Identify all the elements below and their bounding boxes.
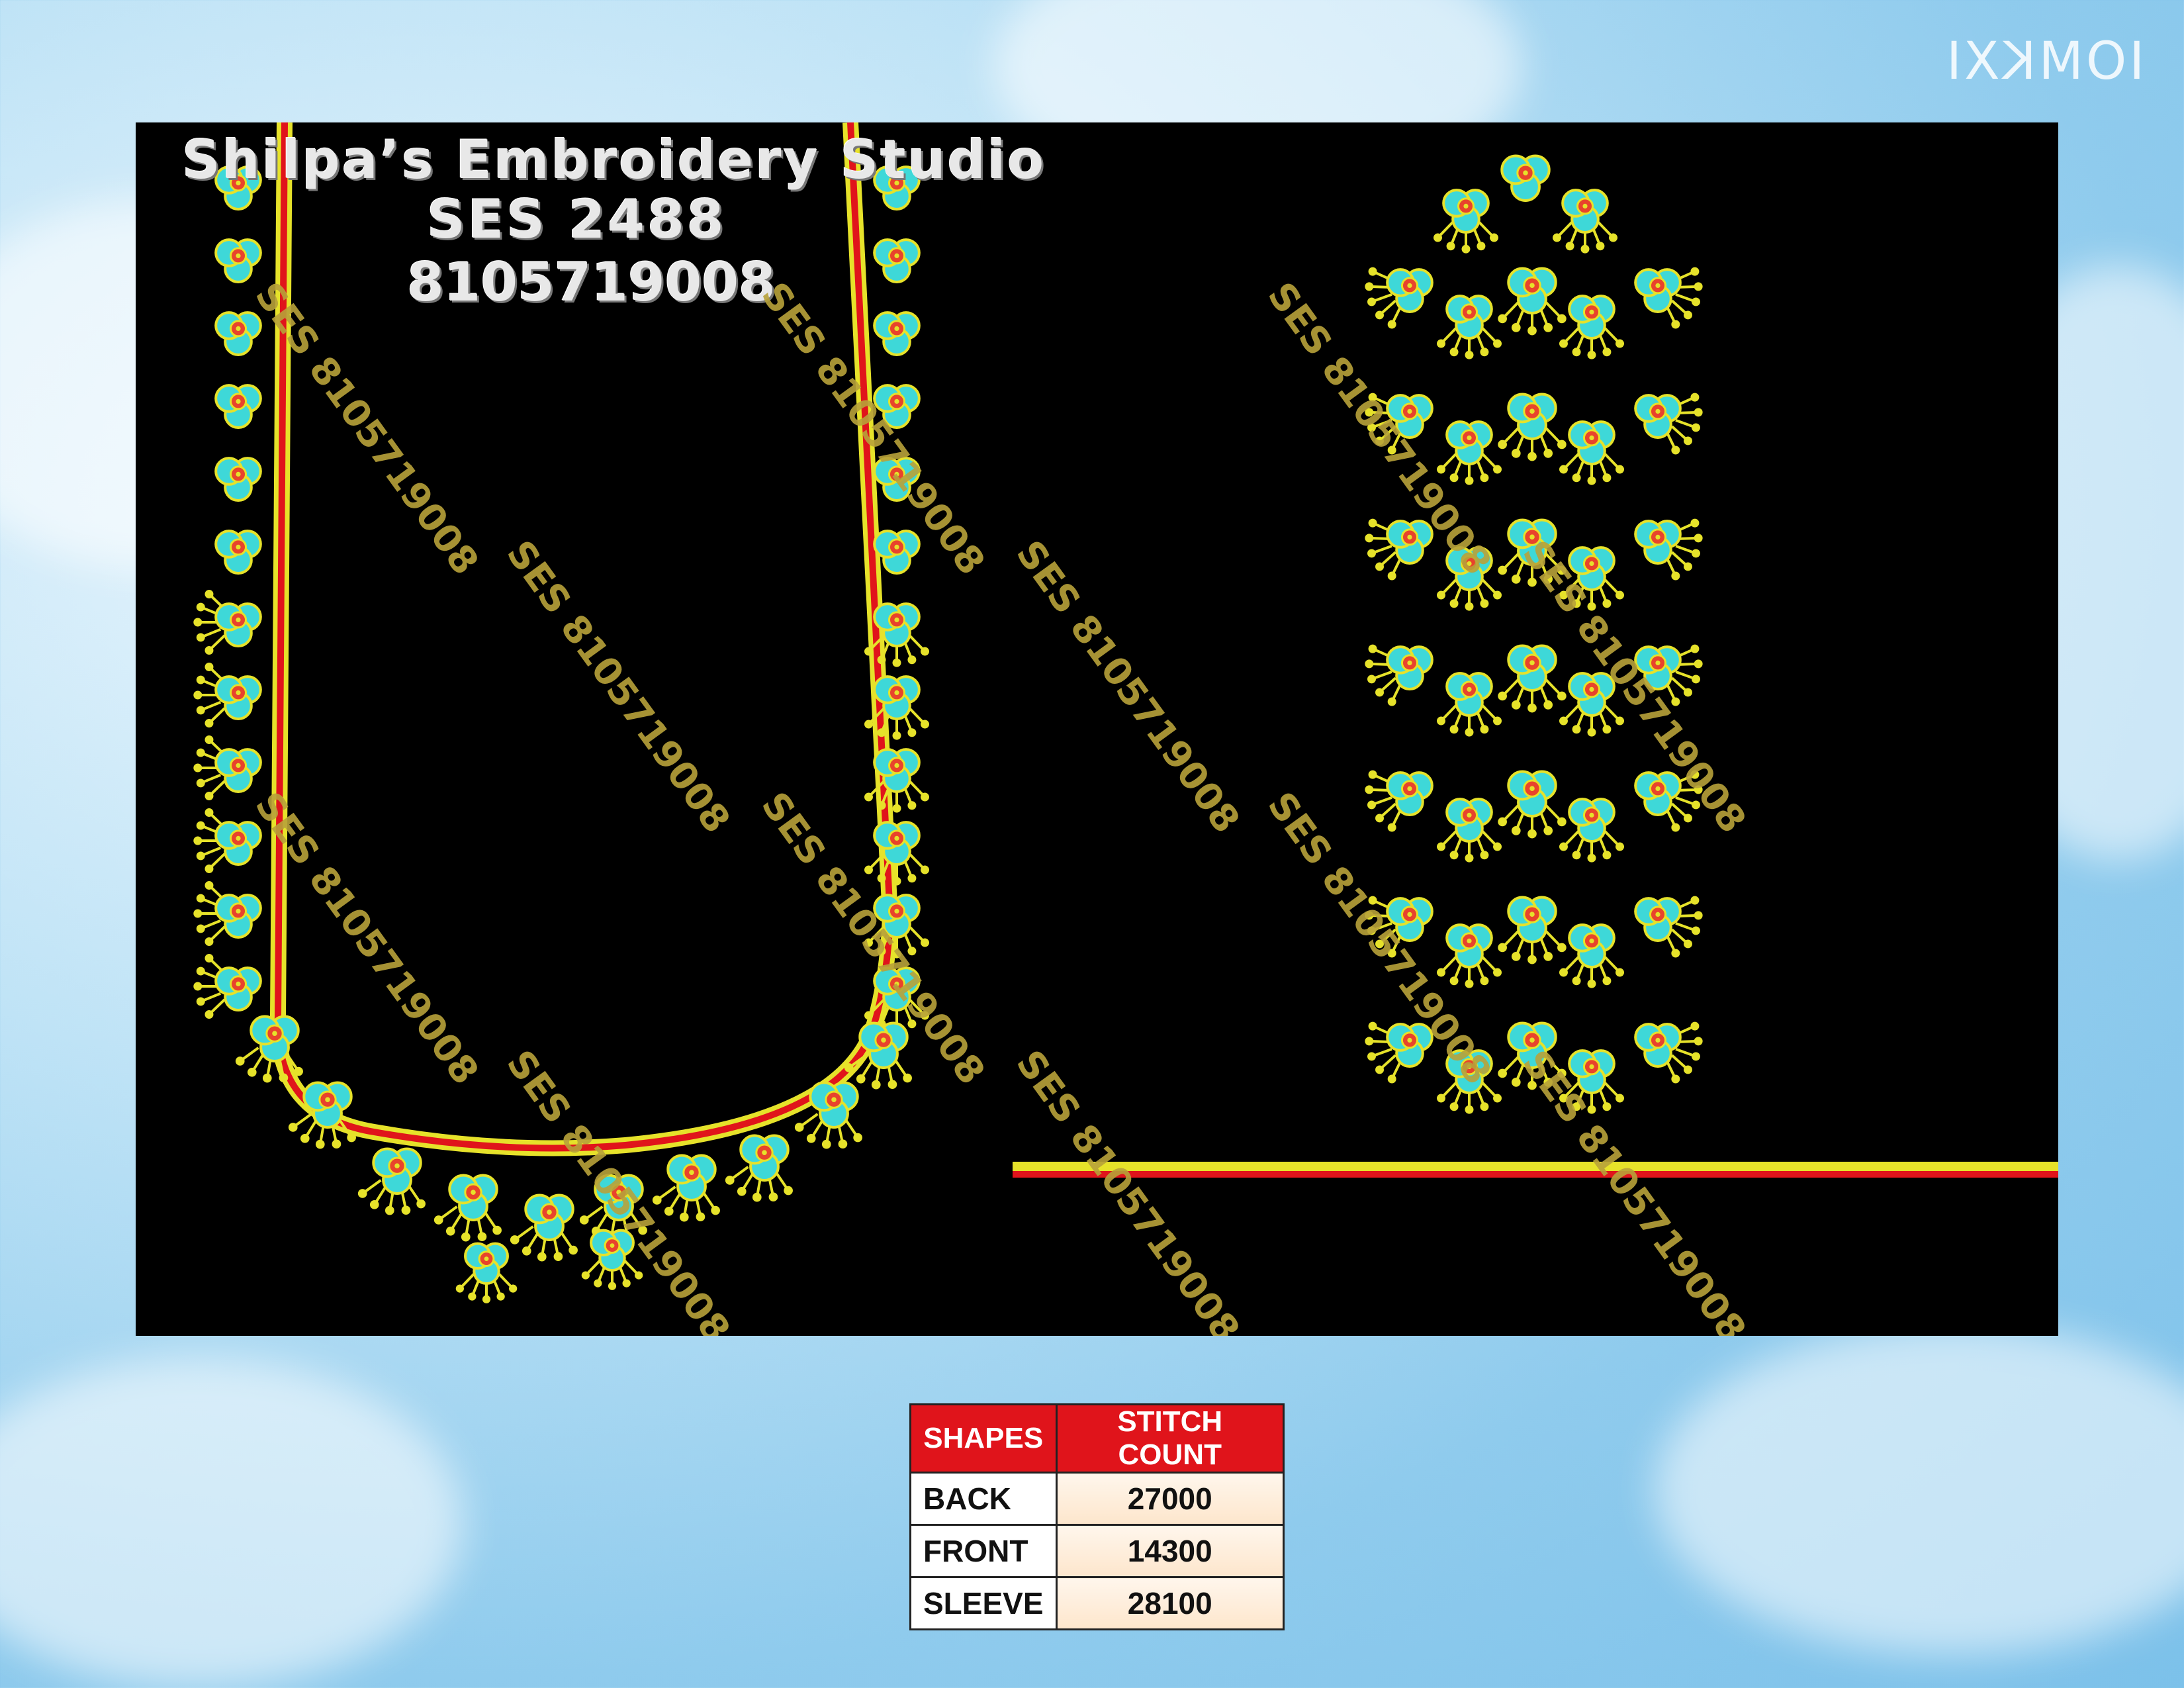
shape-cell: BACK: [909, 1472, 1058, 1526]
flower-motif: [193, 590, 262, 655]
flower-motif: [1365, 518, 1433, 581]
phone-number: 8105719008: [407, 252, 776, 313]
flower-motif: [193, 954, 262, 1019]
table-row: FRONT 14300: [909, 1524, 1285, 1578]
shapes-header: SHAPES: [909, 1403, 1058, 1474]
flower-motif: [1634, 393, 1703, 455]
flower-motif: [1559, 798, 1624, 863]
flower-motif: [357, 1147, 426, 1215]
flower-motif: [1559, 420, 1624, 485]
flower-motif: [214, 238, 262, 283]
design-code: SES 2488: [427, 189, 727, 250]
flower-motif: [193, 881, 262, 946]
flower-motif: [433, 1174, 502, 1242]
flower-motif: [864, 821, 929, 886]
stitch-count-cell: 14300: [1055, 1524, 1285, 1578]
flower-motif: [1365, 267, 1433, 329]
flower-motif: [1634, 518, 1703, 581]
flower-motif: [1634, 896, 1703, 958]
flower-motif: [214, 384, 262, 430]
flower-motif: [214, 530, 262, 575]
flower-motif: [873, 311, 921, 357]
flower-motif: [1500, 154, 1551, 202]
flower-motif: [1437, 295, 1502, 359]
flower-motif: [864, 748, 929, 813]
flower-motif: [1559, 923, 1624, 988]
stitch-count-cell: 27000: [1055, 1472, 1285, 1526]
sleeve-border-yellow: [1013, 1162, 2058, 1171]
sleeve-border-red: [1013, 1171, 2058, 1178]
flower-motif: [1498, 267, 1567, 336]
flower-motif: [193, 663, 262, 727]
flower-motif: [873, 530, 921, 575]
flower-motif: [1634, 1021, 1703, 1084]
flower-motif: [214, 311, 262, 357]
flower-motif: [1498, 770, 1567, 839]
studio-name: Shilpa’s Embroidery Studio: [182, 129, 1046, 191]
flower-motif: [873, 238, 921, 283]
flower-motif: [193, 735, 262, 800]
stitch-count-header: STITCH COUNT: [1055, 1403, 1285, 1474]
embroidery-design-panel: Shilpa’s Embroidery Studio SES 2488 8105…: [136, 122, 2058, 1336]
flower-motif: [1498, 393, 1567, 461]
stitch-count-cell: 28100: [1055, 1576, 1285, 1630]
stitch-count-table: SHAPES STITCH COUNT BACK 27000 FRONT 143…: [909, 1403, 1285, 1630]
flower-motif: [455, 1242, 518, 1303]
flower-motif: [193, 808, 262, 873]
flower-motif: [1433, 189, 1498, 254]
flower-motif: [1437, 420, 1502, 485]
flower-motif: [214, 457, 262, 502]
table-row: SLEEVE 28100: [909, 1576, 1285, 1630]
flower-motif: [1559, 295, 1624, 359]
flower-motif: [1553, 189, 1617, 254]
flower-motif: [1437, 672, 1502, 737]
flower-motif: [1498, 896, 1567, 964]
shape-cell: FRONT: [909, 1524, 1058, 1578]
flower-motif: [1437, 923, 1502, 988]
table-header-row: SHAPES STITCH COUNT: [909, 1403, 1285, 1474]
flower-motif: [1634, 267, 1703, 329]
flower-motif: [1437, 798, 1502, 863]
flower-motif: [1498, 644, 1567, 713]
flower-motif: [1365, 644, 1433, 706]
flower-motif: [652, 1154, 720, 1222]
flower-motif: [1365, 770, 1433, 832]
flower-motif: [510, 1194, 578, 1262]
corner-logo: IOMKXI: [1943, 32, 2144, 91]
table-row: BACK 27000: [909, 1472, 1285, 1526]
flower-motif: [725, 1134, 793, 1202]
shape-cell: SLEEVE: [909, 1576, 1058, 1630]
